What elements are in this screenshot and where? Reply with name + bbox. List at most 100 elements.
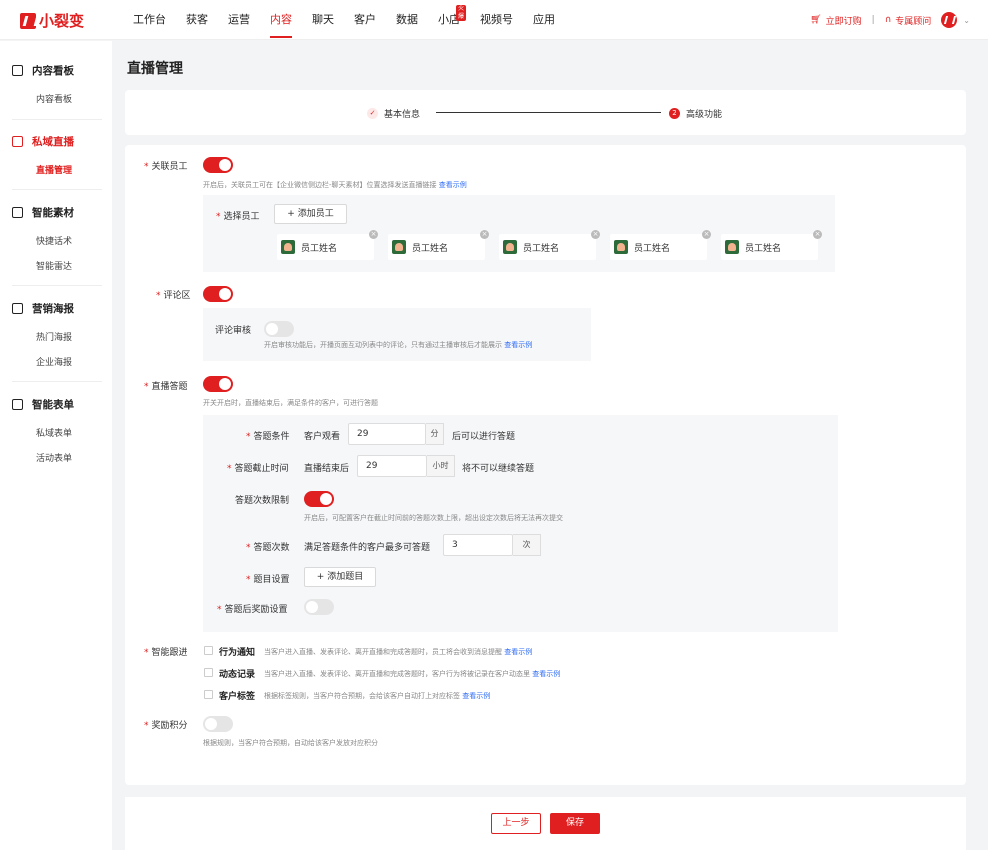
customer-tag-title: 客户标签: [219, 692, 256, 702]
nav-item-video[interactable]: 视频号: [480, 0, 513, 40]
sidebar-group-smart-form[interactable]: 智能表单: [12, 397, 74, 412]
comment-review-panel: [203, 308, 591, 361]
divider: |: [871, 15, 875, 25]
example-link[interactable]: 查看示例: [532, 670, 560, 678]
add-employee-button[interactable]: + 添加员工: [274, 204, 347, 224]
example-link[interactable]: 查看示例: [462, 692, 490, 700]
behavior-notify-desc: 当客户进入直播、发表评论、离开直播和完成答题时，员工将会收到消息提醒 查看示例: [264, 648, 533, 656]
quiz-condition-prefix: 客户观看: [304, 432, 341, 442]
quiz-reward-label: * 答题后奖励设置: [217, 605, 288, 615]
select-employee-label: * 选择员工: [216, 212, 260, 222]
subscribe-link[interactable]: 立即订购: [826, 14, 862, 27]
chevron-down-icon[interactable]: ⌄: [963, 16, 970, 25]
sidebar-divider: [12, 119, 102, 120]
employee-avatar: [392, 240, 406, 254]
step-indicator: ✓ 基本信息 2 高级功能: [125, 90, 966, 135]
sidebar-item-smart-radar[interactable]: 智能雷达: [36, 259, 72, 272]
nav-item-data[interactable]: 数据: [396, 0, 418, 40]
folder-icon: [12, 136, 23, 147]
sidebar-group-label: 智能素材: [32, 207, 74, 219]
cart-icon: 🛒︎: [810, 15, 822, 25]
sidebar-group-smart-material[interactable]: 智能素材: [12, 205, 74, 220]
consultant-link[interactable]: 专属顾问: [895, 14, 931, 27]
sidebar-group-poster[interactable]: 营销海报: [12, 301, 74, 316]
comment-review-toggle[interactable]: [264, 321, 294, 337]
close-icon[interactable]: ×: [813, 230, 822, 239]
main-nav: 工作台 获客 运营 内容 聊天 客户 数据 小店 火爆 视频号 应用: [133, 0, 575, 40]
nav-item-customer[interactable]: 客户: [354, 0, 376, 40]
page-title: 直播管理: [127, 61, 183, 77]
employee-chip[interactable]: 员工姓名 ×: [388, 230, 489, 260]
nav-item-apps[interactable]: 应用: [533, 0, 555, 40]
quiz-settings-panel: [203, 415, 838, 632]
employee-avatar: [725, 240, 739, 254]
quiz-times-prefix: 满足答题条件的客户最多可答题: [304, 543, 431, 553]
quiz-hint: 开关开启时，直播结束后，满足条件的客户，可进行答题: [203, 399, 378, 407]
link-employee-toggle[interactable]: [203, 157, 233, 173]
image-icon: [12, 303, 23, 314]
sidebar-divider: [12, 285, 102, 286]
sidebar-group-content-board[interactable]: 内容看板: [12, 63, 74, 78]
quiz-deadline-input[interactable]: 29: [357, 455, 427, 477]
sidebar: 内容看板 内容看板 私域直播 直播管理 智能素材 快捷话术 智能雷达 营销海报 …: [0, 41, 112, 850]
prev-step-button[interactable]: 上一步: [491, 813, 541, 834]
logo-text: 小裂变: [39, 12, 85, 30]
step-basic-info[interactable]: ✓ 基本信息: [367, 107, 420, 120]
comment-review-hint: 开启审核功能后，开播页面互动列表中的评论，只有通过主播审核后才能展示 查看示例: [264, 341, 533, 349]
user-avatar[interactable]: [941, 12, 958, 28]
sidebar-group-label: 内容看板: [32, 65, 74, 77]
save-button[interactable]: 保存: [550, 813, 600, 834]
hour-unit: 小时: [427, 455, 455, 477]
example-link[interactable]: 查看示例: [439, 181, 467, 189]
quiz-limit-toggle[interactable]: [304, 491, 334, 507]
close-icon[interactable]: ×: [480, 230, 489, 239]
behavior-notify-checkbox[interactable]: [204, 646, 213, 655]
nav-item-workbench[interactable]: 工作台: [133, 0, 166, 40]
form-icon: [12, 399, 23, 410]
close-icon[interactable]: ×: [702, 230, 711, 239]
quiz-label: * 直播答题: [144, 382, 188, 392]
nav-item-chat[interactable]: 聊天: [312, 0, 334, 40]
sidebar-item-company-poster[interactable]: 企业海报: [36, 355, 72, 368]
sidebar-item-quick-script[interactable]: 快捷话术: [36, 234, 72, 247]
comment-review-label: 评论审核: [215, 326, 252, 336]
nav-item-shop[interactable]: 小店 火爆: [438, 0, 467, 40]
sidebar-item-live-manage[interactable]: 直播管理: [36, 163, 72, 176]
quiz-toggle[interactable]: [203, 376, 233, 392]
quiz-times-input[interactable]: 3: [443, 534, 513, 556]
step-number: 2: [669, 108, 680, 119]
sidebar-group-private-live[interactable]: 私域直播: [12, 134, 74, 149]
quiz-condition-input[interactable]: 29: [348, 423, 426, 445]
sidebar-divider: [12, 381, 102, 382]
activity-record-title: 动态记录: [219, 670, 256, 680]
link-employee-hint: 开启后，关联员工可在【企业微信侧边栏-聊天素材】位置选择发送直播链接 查看示例: [203, 181, 467, 189]
employee-chip[interactable]: 员工姓名 ×: [277, 230, 378, 260]
employee-chip[interactable]: 员工姓名 ×: [721, 230, 822, 260]
quiz-reward-toggle[interactable]: [304, 599, 334, 615]
sidebar-item-activity-form[interactable]: 活动表单: [36, 451, 72, 464]
check-icon: ✓: [367, 108, 378, 119]
employee-chip[interactable]: 员工姓名 ×: [610, 230, 711, 260]
example-link[interactable]: 查看示例: [504, 341, 532, 349]
app-logo[interactable]: 小裂变: [20, 10, 84, 31]
nav-item-content[interactable]: 内容: [270, 0, 292, 40]
comment-toggle[interactable]: [203, 286, 233, 302]
activity-record-checkbox[interactable]: [204, 668, 213, 677]
close-icon[interactable]: ×: [591, 230, 600, 239]
add-question-button[interactable]: + 添加题目: [304, 567, 376, 587]
step-advanced[interactable]: 2 高级功能: [669, 107, 722, 120]
sidebar-item-hot-poster[interactable]: 热门海报: [36, 330, 72, 343]
nav-item-acquire[interactable]: 获客: [186, 0, 208, 40]
nav-item-operate[interactable]: 运营: [228, 0, 250, 40]
sidebar-item-content-board[interactable]: 内容看板: [36, 92, 72, 105]
reward-points-toggle[interactable]: [203, 716, 233, 732]
reward-points-label: * 奖励积分: [144, 721, 188, 731]
customer-tag-checkbox[interactable]: [204, 690, 213, 699]
customer-tag-desc: 根据标签规则，当客户符合预期，会给该客户自动打上对应标签 查看示例: [264, 692, 491, 700]
close-icon[interactable]: ×: [369, 230, 378, 239]
quiz-limit-label: 答题次数限制: [235, 496, 290, 506]
example-link[interactable]: 查看示例: [504, 648, 532, 656]
sidebar-item-private-form[interactable]: 私域表单: [36, 426, 72, 439]
activity-record-desc: 当客户进入直播、发表评论、离开直播和完成答题时，客户行为将被记录在客户动态里 查…: [264, 670, 561, 678]
employee-chip[interactable]: 员工姓名 ×: [499, 230, 600, 260]
